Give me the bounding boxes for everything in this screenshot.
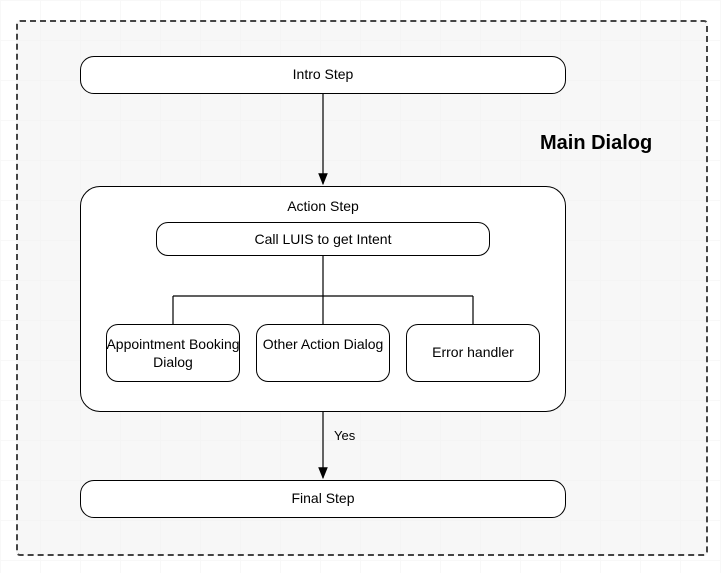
edge-yes-label: Yes bbox=[334, 428, 355, 443]
container-title: Main Dialog bbox=[540, 132, 652, 155]
error-handler-label: Error handler bbox=[406, 344, 540, 362]
action-step-title: Action Step bbox=[80, 198, 566, 216]
final-step-label: Final Step bbox=[80, 490, 566, 508]
other-action-dialog-label: Other Action Dialog bbox=[256, 336, 390, 354]
intro-step-label: Intro Step bbox=[80, 66, 566, 84]
call-luis-label: Call LUIS to get Intent bbox=[156, 231, 490, 249]
appointment-dialog-label: Appointment Booking Dialog bbox=[106, 336, 240, 371]
